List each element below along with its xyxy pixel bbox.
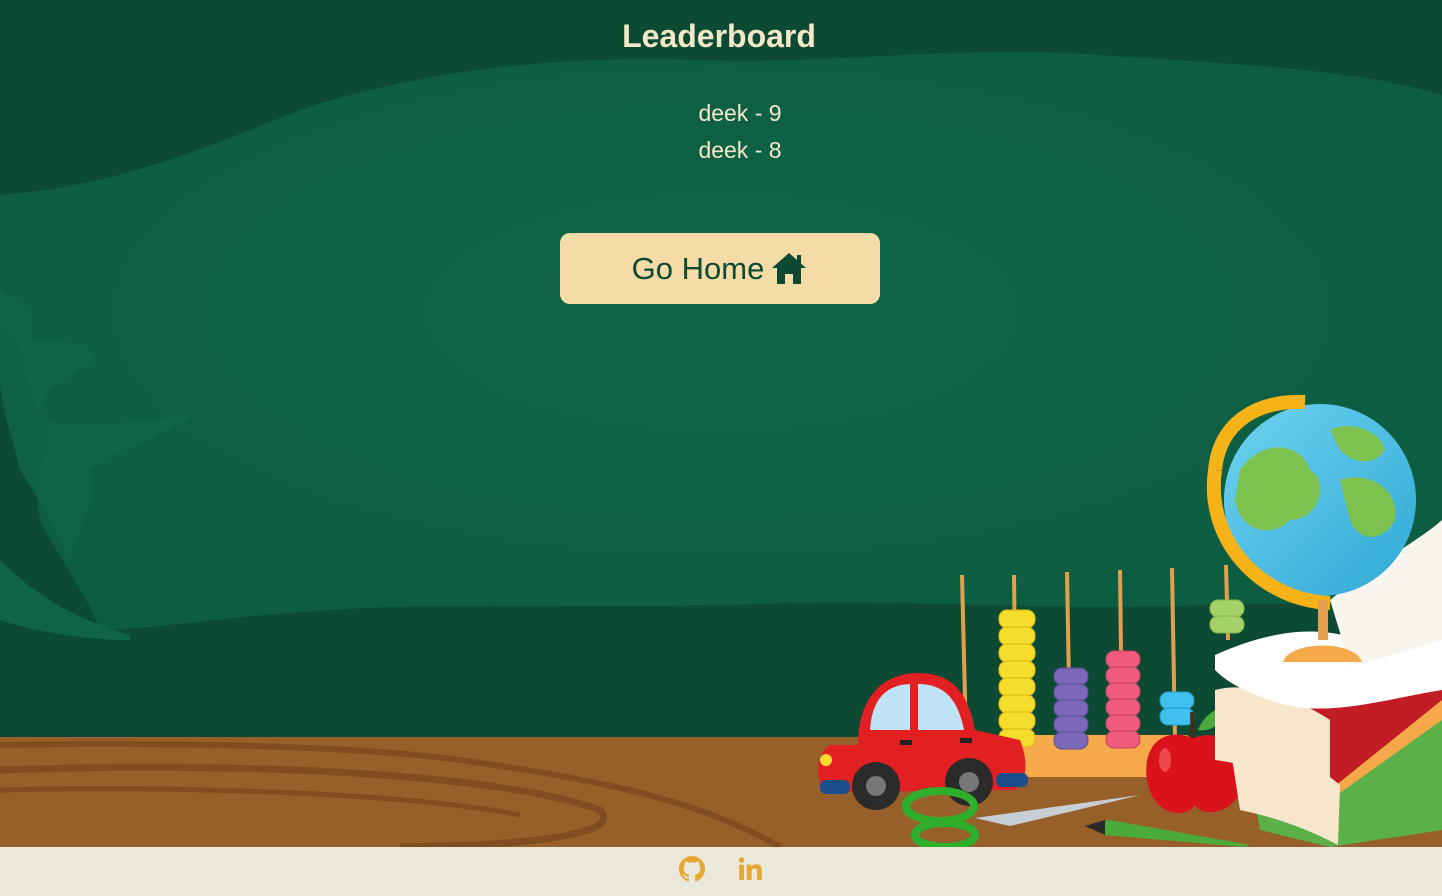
github-link[interactable] [678, 856, 706, 887]
leaderboard-entry: deek - 8 [698, 137, 782, 163]
go-home-label: Go Home [631, 250, 765, 286]
home-icon [770, 251, 808, 287]
page: Leaderboard deek - 9 deek - 8 Go Home [0, 0, 1442, 896]
linkedin-icon [737, 856, 763, 887]
leaderboard-list: deek - 9 deek - 8 [0, 95, 1442, 169]
page-title-text: Leaderboard [622, 18, 816, 54]
github-icon [679, 856, 705, 887]
footer [0, 847, 1442, 896]
leaderboard-entry: deek - 9 [698, 100, 782, 126]
page-title: Leaderboard [0, 18, 1442, 55]
linkedin-link[interactable] [736, 856, 764, 887]
go-home-button[interactable]: Go Home [560, 233, 880, 304]
